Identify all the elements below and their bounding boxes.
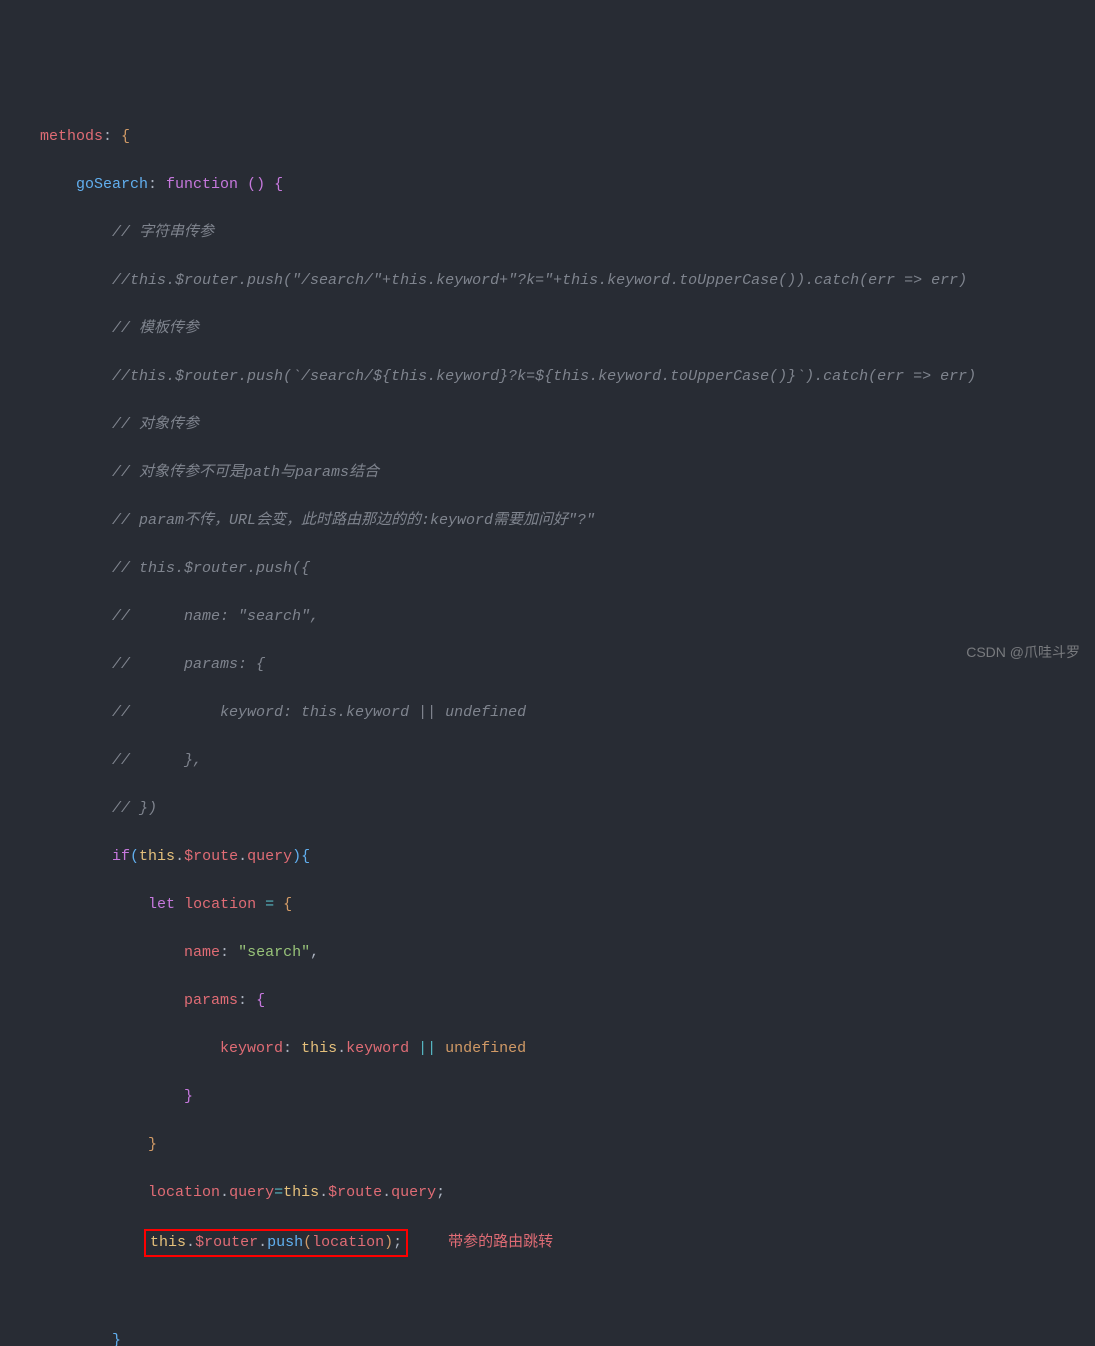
code-line: //this.$router.push(`/search/${this.keyw… <box>40 365 1095 389</box>
code-line: // }) <box>40 797 1095 821</box>
code-line: name: "search", <box>40 941 1095 965</box>
code-line: goSearch: function () { <box>40 173 1095 197</box>
code-line: // param不传，URL会变，此时路由那边的的:keyword需要加问好"?… <box>40 509 1095 533</box>
highlight-box: this.$router.push(location); <box>144 1229 408 1257</box>
method-name: goSearch <box>76 176 148 193</box>
comment: //this.$router.push("/search/"+this.keyw… <box>112 272 967 289</box>
code-line: // 字符串传参 <box>40 221 1095 245</box>
code-line: // params: { <box>40 653 1095 677</box>
code-line: //this.$router.push("/search/"+this.keyw… <box>40 269 1095 293</box>
watermark: CSDN @爪哇斗罗 <box>966 641 1080 663</box>
comment: // this.$router.push({ <box>112 560 310 577</box>
comment: // }) <box>112 800 157 817</box>
comment: // 模板传参 <box>112 320 199 337</box>
code-line: keyword: this.keyword || undefined <box>40 1037 1095 1061</box>
code-line: this.$router.push(location); 带参的路由跳转 <box>40 1229 1095 1257</box>
comment: // params: { <box>112 656 265 673</box>
code-line: params: { <box>40 989 1095 1013</box>
code-line: methods: { <box>40 125 1095 149</box>
comment: // }, <box>112 752 202 769</box>
code-line: location.query=this.$route.query; <box>40 1181 1095 1205</box>
keyword-if: if <box>112 848 130 865</box>
code-line: // 对象传参 <box>40 413 1095 437</box>
code-line: // 模板传参 <box>40 317 1095 341</box>
code-line <box>40 1281 1095 1305</box>
string-literal: "search" <box>238 944 310 961</box>
code-line: // name: "search", <box>40 605 1095 629</box>
comment: // param不传，URL会变，此时路由那边的的:keyword需要加问好"?… <box>112 512 595 529</box>
code-line: if(this.$route.query){ <box>40 845 1095 869</box>
code-line: // 对象传参不可是path与params结合 <box>40 461 1095 485</box>
code-line: } <box>40 1085 1095 1109</box>
comment: // keyword: this.keyword || undefined <box>112 704 526 721</box>
comment: //this.$router.push(`/search/${this.keyw… <box>112 368 976 385</box>
code-line: // this.$router.push({ <box>40 557 1095 581</box>
comment: // 对象传参不可是path与params结合 <box>112 464 379 481</box>
comment: // 字符串传参 <box>112 224 214 241</box>
code-line: // keyword: this.keyword || undefined <box>40 701 1095 725</box>
keyword-function: function <box>166 176 247 193</box>
code-line: let location = { <box>40 893 1095 917</box>
annotation-text: 带参的路由跳转 <box>448 1234 553 1251</box>
keyword-methods: methods <box>40 128 103 145</box>
code-editor: methods: { goSearch: function () { // 字符… <box>0 101 1095 1346</box>
code-line: } <box>40 1133 1095 1157</box>
code-line: // }, <box>40 749 1095 773</box>
comment: // 对象传参 <box>112 416 199 433</box>
comment: // name: "search", <box>112 608 319 625</box>
keyword-let: let <box>148 896 175 913</box>
code-line: } <box>40 1329 1095 1346</box>
